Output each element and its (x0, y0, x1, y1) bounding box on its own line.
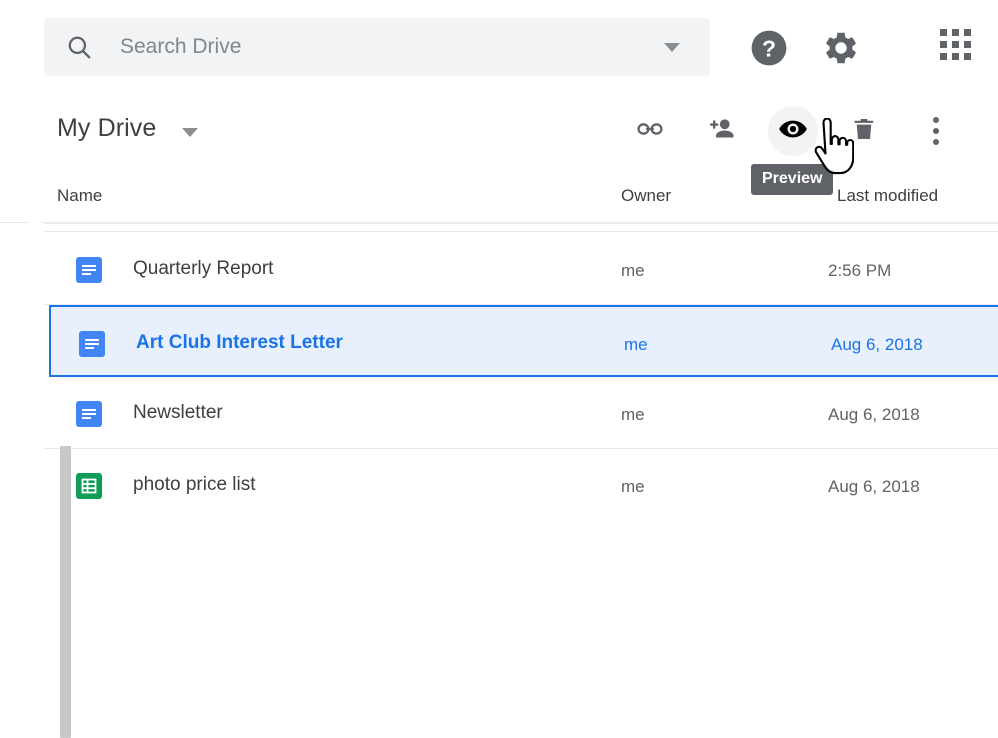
trash-icon (850, 115, 878, 148)
action-toolbar (0, 100, 998, 162)
file-owner: me (624, 335, 648, 354)
table-row[interactable]: Newsletter me Aug 6, 2018 (44, 377, 998, 449)
link-icon (636, 115, 664, 148)
file-name[interactable]: Art Club Interest Letter (136, 332, 343, 354)
svg-text:?: ? (762, 36, 776, 62)
file-name[interactable]: Quarterly Report (133, 258, 273, 280)
google-drive-window: ? My Drive (0, 0, 998, 738)
google-docs-icon (76, 257, 102, 283)
get-link-button[interactable] (625, 106, 675, 156)
top-right-icon-group: ? (744, 29, 994, 69)
add-people-button[interactable] (696, 106, 746, 156)
table-row[interactable]: Quarterly Report me 2:56 PM (44, 233, 998, 305)
column-headers: Name Owner Last modified (0, 178, 998, 223)
file-modified: Aug 6, 2018 (831, 335, 923, 354)
column-header-owner[interactable]: Owner (621, 186, 671, 206)
person-add-icon (706, 114, 736, 149)
remove-button[interactable] (839, 106, 889, 156)
table-row[interactable]: photo price list me Aug 6, 2018 (44, 449, 998, 516)
eye-icon (778, 114, 808, 149)
settings-gear-icon[interactable] (822, 29, 860, 67)
google-docs-icon (76, 401, 102, 427)
file-modified: Aug 6, 2018 (828, 405, 920, 424)
vertical-scrollbar-track[interactable] (30, 222, 71, 738)
help-icon[interactable]: ? (750, 29, 788, 67)
file-owner: me (621, 405, 645, 424)
search-options-chevron-down-icon[interactable] (664, 42, 680, 52)
column-header-name[interactable]: Name (57, 186, 102, 206)
vertical-scrollbar-thumb[interactable] (60, 446, 71, 738)
search-input[interactable] (120, 35, 664, 59)
file-modified: Aug 6, 2018 (828, 477, 920, 496)
google-apps-grid-icon[interactable] (940, 29, 971, 60)
google-docs-icon (79, 331, 105, 357)
column-header-last-modified[interactable]: Last modified (837, 186, 938, 206)
more-vert-icon (933, 117, 939, 145)
google-sheets-icon (76, 473, 102, 499)
more-actions-button[interactable] (911, 106, 961, 156)
list-item-partial (44, 223, 998, 232)
file-owner: me (621, 477, 645, 496)
file-name[interactable]: photo price list (133, 474, 256, 496)
file-list: Quarterly Report me 2:56 PM Art Club Int… (0, 223, 998, 516)
preview-button[interactable] (768, 106, 818, 156)
file-modified: 2:56 PM (828, 261, 892, 280)
file-name[interactable]: Newsletter (133, 402, 223, 424)
search-icon (66, 34, 92, 60)
tooltip-preview: Preview (751, 164, 834, 195)
file-owner: me (621, 261, 645, 280)
search-bar[interactable] (44, 18, 710, 76)
table-row-selected[interactable]: Art Club Interest Letter me Aug 6, 2018 (49, 305, 998, 377)
